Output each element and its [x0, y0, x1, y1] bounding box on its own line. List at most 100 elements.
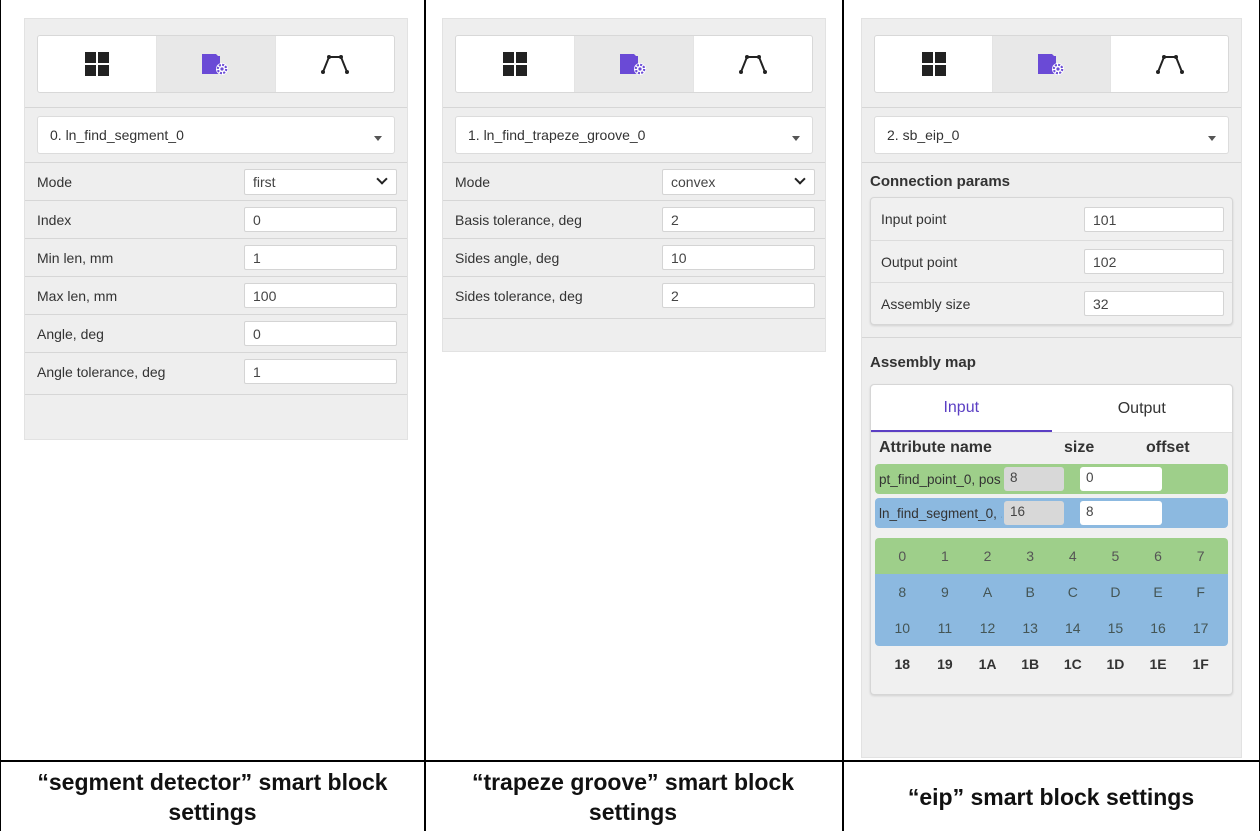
tab-output[interactable]: Output [1052, 385, 1233, 432]
column-divider [842, 0, 844, 831]
trapeze-icon [1155, 55, 1184, 74]
divider [443, 318, 825, 319]
block-select-value: 2. sb_eip_0 [887, 127, 960, 143]
param-label: Sides angle, deg [455, 249, 560, 266]
param-label: Index [37, 211, 72, 228]
byte-cell: 12 [979, 620, 996, 636]
divider [443, 107, 825, 108]
block-select[interactable]: 1. ln_find_trapeze_groove_0 [455, 116, 813, 154]
param-row-mode: Mode convex [443, 162, 825, 200]
angle-tolerance-input[interactable]: 1 [244, 359, 397, 384]
grid-view-button[interactable] [456, 36, 575, 92]
mode-select-value: convex [671, 173, 716, 190]
byte-cell: E [1153, 584, 1163, 600]
block-select-value: 1. ln_find_trapeze_groove_0 [468, 127, 646, 143]
attribute-name: pt_find_point_0, pos [879, 471, 1001, 487]
view-toolbar [874, 35, 1229, 93]
settings-panel-trapeze: 1. ln_find_trapeze_groove_0 Mode convex … [442, 18, 826, 352]
byte-cell: 2 [983, 548, 992, 564]
attribute-offset-input[interactable]: 0 [1080, 467, 1162, 491]
param-row-index: Index 0 [25, 200, 407, 238]
byte-row: 18 19 1A 1B 1C 1D 1E 1F [875, 646, 1228, 682]
byte-cell: 7 [1196, 548, 1205, 564]
param-label: Basis tolerance, deg [455, 211, 582, 228]
param-row-min-len: Min len, mm 1 [25, 238, 407, 276]
grid-icon [85, 52, 109, 76]
block-settings-button[interactable] [157, 36, 276, 92]
divider [25, 394, 407, 395]
view-toolbar [455, 35, 813, 93]
chevron-down-icon [794, 173, 806, 185]
param-label: Output point [881, 253, 958, 270]
byte-cell: 14 [1065, 620, 1081, 636]
param-row-assembly-size: Assembly size 32 [871, 282, 1232, 324]
min-len-input[interactable]: 1 [244, 245, 397, 270]
sides-angle-input[interactable]: 10 [662, 245, 815, 270]
connection-params-title: Connection params [870, 173, 1011, 190]
column-divider [424, 0, 426, 831]
block-select[interactable]: 0. ln_find_segment_0 [37, 116, 395, 154]
tab-input[interactable]: Input [871, 385, 1052, 432]
column-header-name: Attribute name [879, 439, 992, 456]
param-label: Mode [455, 173, 491, 190]
attribute-table-header: Attribute name size offset [871, 433, 1232, 463]
param-row-max-len: Max len, mm 100 [25, 276, 407, 314]
chevron-down-icon [374, 135, 382, 141]
mode-select[interactable]: convex [662, 168, 815, 195]
grid-view-button[interactable] [875, 36, 993, 92]
contour-view-button[interactable] [276, 36, 394, 92]
block-settings-button[interactable] [575, 36, 694, 92]
param-label: Input point [881, 211, 947, 227]
param-label: Max len, mm [37, 287, 118, 304]
settings-block-icon [620, 54, 646, 75]
grid-view-button[interactable] [38, 36, 157, 92]
block-select[interactable]: 2. sb_eip_0 [874, 116, 1229, 154]
divider [25, 107, 407, 108]
max-len-input[interactable]: 100 [244, 283, 397, 308]
chevron-down-icon [792, 135, 800, 141]
attribute-row[interactable]: pt_find_point_0, pos 8 0 [875, 464, 1228, 494]
output-point-input[interactable]: 102 [1084, 249, 1224, 274]
divider [862, 107, 1241, 108]
mode-select[interactable]: first [244, 168, 397, 195]
chevron-down-icon [376, 173, 388, 185]
attribute-size: 16 [1004, 501, 1064, 525]
byte-cell: D [1110, 584, 1121, 600]
byte-cell: 17 [1192, 620, 1209, 636]
byte-cell: F [1196, 584, 1205, 600]
attribute-offset-input[interactable]: 8 [1080, 501, 1162, 525]
sides-tolerance-input[interactable]: 2 [662, 283, 815, 308]
angle-input[interactable]: 0 [244, 321, 397, 346]
param-label: Sides tolerance, deg [455, 287, 583, 304]
byte-cell: 1 [941, 548, 949, 564]
assembly-tabs: Input Output [871, 385, 1232, 433]
param-row-output-point: Output point 102 [871, 240, 1232, 282]
byte-cell: 1C [1063, 656, 1082, 672]
param-row-sides-tolerance: Sides tolerance, deg 2 [443, 276, 825, 314]
contour-view-button[interactable] [1111, 36, 1228, 92]
param-row-angle-tolerance: Angle tolerance, deg 1 [25, 352, 407, 390]
input-point-input[interactable]: 101 [1084, 206, 1224, 232]
contour-view-button[interactable] [694, 36, 812, 92]
assembly-size-input[interactable]: 32 [1084, 291, 1224, 316]
byte-row: 10 11 12 13 14 15 16 17 [875, 610, 1228, 646]
byte-cell: 5 [1111, 548, 1120, 564]
chevron-down-icon [1208, 135, 1216, 141]
block-settings-button[interactable] [993, 36, 1111, 92]
byte-row: 8 9 A B C D E F [875, 574, 1228, 610]
view-toolbar [37, 35, 395, 93]
byte-cell: 19 [937, 656, 953, 672]
attribute-row[interactable]: ln_find_segment_0, ... 16 8 [875, 498, 1228, 528]
byte-cell: 13 [1022, 620, 1038, 636]
byte-cell: 10 [894, 620, 911, 636]
param-row-input-point: Input point 101 [871, 198, 1232, 240]
byte-cell: 1B [1021, 656, 1040, 672]
byte-cell: 15 [1107, 620, 1124, 636]
byte-cell: 1A [978, 656, 997, 672]
index-input[interactable]: 0 [244, 207, 397, 232]
grid-icon [921, 52, 946, 76]
settings-block-icon [202, 54, 228, 75]
grid-icon [503, 52, 527, 76]
basis-tolerance-input[interactable]: 2 [662, 207, 815, 232]
attribute-name: ln_find_segment_0, ... [879, 505, 1002, 521]
